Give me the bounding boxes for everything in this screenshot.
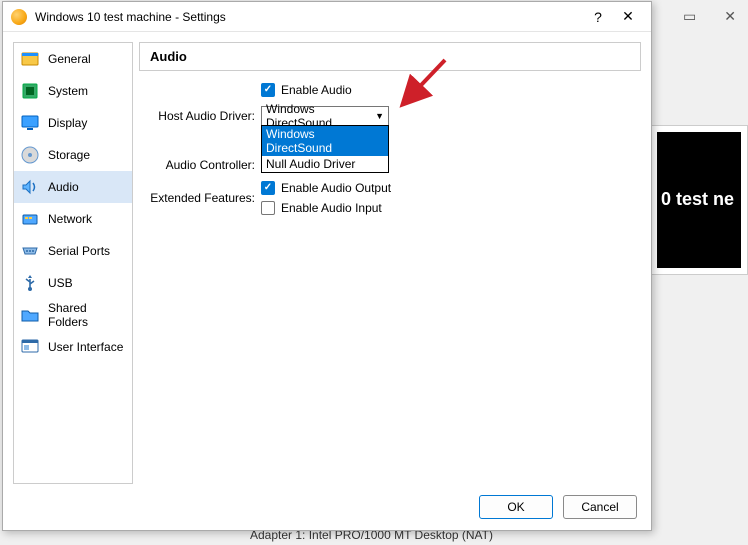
enable-audio-label: Enable Audio [281,83,352,97]
system-icon [20,81,40,101]
sidebar-item-usb[interactable]: USB [14,267,132,299]
sidebar-item-network[interactable]: Network [14,203,132,235]
bg-minimize-icon: ▭ [683,8,696,25]
close-button[interactable]: ✕ [613,8,643,25]
background-preview-thumbnail: 0 test ne [650,125,748,275]
settings-dialog: Windows 10 test machine - Settings ? ✕ G… [2,1,652,531]
enable-audio-checkbox[interactable]: Enable Audio [261,83,352,97]
settings-main-panel: Audio Enable Audio Host Audio Driver: Wi… [139,42,641,484]
sidebar-item-label: Network [48,212,92,226]
dialog-footer: OK Cancel [3,484,651,530]
cancel-button-label: Cancel [581,500,618,514]
titlebar: Windows 10 test machine - Settings ? ✕ [3,2,651,32]
virtualbox-icon [11,9,27,25]
user-interface-icon [20,337,40,357]
host-audio-driver-dropdown: Windows DirectSound Null Audio Driver [261,125,389,173]
audio-icon [20,177,40,197]
shared-folders-icon [20,305,40,325]
panel-heading: Audio [139,42,641,71]
sidebar-item-label: Serial Ports [48,244,110,258]
ok-button[interactable]: OK [479,495,553,519]
sidebar-item-label: Storage [48,148,90,162]
sidebar-item-label: USB [48,276,73,290]
sidebar-item-label: Display [48,116,87,130]
storage-icon [20,145,40,165]
checkbox-icon [261,83,275,97]
audio-controller-label: Audio Controller: [143,158,261,172]
sidebar-item-user-interface[interactable]: User Interface [14,331,132,363]
help-button[interactable]: ? [583,9,613,25]
sidebar-item-general[interactable]: General [14,43,132,75]
display-icon [20,113,40,133]
host-audio-driver-label: Host Audio Driver: [143,109,261,123]
sidebar-item-shared-folders[interactable]: Shared Folders [14,299,132,331]
host-audio-driver-combobox[interactable]: Windows DirectSound ▼ [261,106,389,126]
serial-ports-icon [20,241,40,261]
checkbox-icon [261,181,275,195]
sidebar-item-label: System [48,84,88,98]
ok-button-label: OK [507,500,524,514]
sidebar-item-label: General [48,52,91,66]
sidebar-item-label: Shared Folders [48,301,126,329]
bg-close-icon: ✕ [724,8,736,25]
dropdown-option-windows-directsound[interactable]: Windows DirectSound [262,126,388,156]
chevron-down-icon: ▼ [375,111,384,121]
background-preview-text: 0 test ne [657,132,741,268]
extended-features-label: Extended Features: [143,191,261,205]
sidebar-item-label: Audio [48,180,79,194]
dialog-title: Windows 10 test machine - Settings [35,10,583,24]
network-icon [20,209,40,229]
enable-audio-output-label: Enable Audio Output [281,181,391,195]
enable-audio-input-checkbox[interactable]: Enable Audio Input [261,201,391,215]
background-window-controls: ▭ ✕ [683,8,736,25]
sidebar-item-serial-ports[interactable]: Serial Ports [14,235,132,267]
dropdown-option-null-audio-driver[interactable]: Null Audio Driver [262,156,388,172]
sidebar-item-storage[interactable]: Storage [14,139,132,171]
settings-sidebar: General System Display Storage [13,42,133,484]
sidebar-item-display[interactable]: Display [14,107,132,139]
usb-icon [20,273,40,293]
general-icon [20,49,40,69]
sidebar-item-audio[interactable]: Audio [14,171,132,203]
sidebar-item-system[interactable]: System [14,75,132,107]
enable-audio-input-label: Enable Audio Input [281,201,382,215]
checkbox-icon [261,201,275,215]
sidebar-item-label: User Interface [48,340,123,354]
enable-audio-output-checkbox[interactable]: Enable Audio Output [261,181,391,195]
cancel-button[interactable]: Cancel [563,495,637,519]
